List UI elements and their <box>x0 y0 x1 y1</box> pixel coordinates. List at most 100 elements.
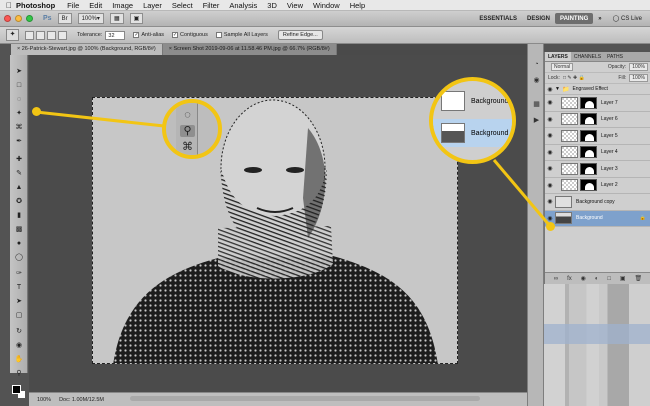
trash-icon[interactable]: 🗑 <box>634 275 642 282</box>
type-tool-icon[interactable]: T <box>13 283 25 293</box>
zoom-window-icon[interactable] <box>26 15 33 22</box>
workspace-essentials[interactable]: ESSENTIALS <box>474 16 522 22</box>
gradient-tool-icon[interactable]: ▩ <box>13 225 25 235</box>
visibility-eye-icon[interactable]: ◉ <box>545 198 555 205</box>
pen-tool-icon[interactable]: ✑ <box>13 269 25 279</box>
contiguous-checkbox[interactable]: ✓ Contiguous <box>172 32 208 38</box>
layer-mask-thumbnail[interactable] <box>580 113 597 126</box>
layer-row[interactable]: ◉ Layer 7 <box>545 95 650 112</box>
layer-mask-thumbnail[interactable] <box>580 162 597 175</box>
shape-tool-icon[interactable]: ▢ <box>13 311 25 321</box>
visibility-eye-icon[interactable]: ◉ <box>545 165 555 172</box>
menu-3d[interactable]: 3D <box>267 1 277 10</box>
blend-mode-select[interactable]: Normal <box>551 63 574 71</box>
brush-tool-icon[interactable]: ✎ <box>13 169 25 179</box>
actions-panel-icon[interactable]: ▶ <box>531 116 542 126</box>
visibility-eye-icon[interactable]: ◉ <box>545 86 555 93</box>
bridge-button[interactable]: Br <box>57 13 72 24</box>
layer-style-icon[interactable]: fx <box>567 276 572 282</box>
subtract-selection-button[interactable] <box>47 30 56 40</box>
tab-screen-shot[interactable]: × Screen Shot 2019-09-06 at 11.58.46 PM.… <box>162 44 337 55</box>
visibility-eye-icon[interactable]: ◉ <box>545 116 555 123</box>
workspace-design[interactable]: DESIGN <box>522 16 555 22</box>
layer-row[interactable]: ◉ Layer 5 <box>545 128 650 145</box>
menu-layer[interactable]: Layer <box>143 1 162 10</box>
anti-alias-checkbox[interactable]: ✓ Anti-alias <box>133 32 164 38</box>
3d-rotate-tool-icon[interactable]: ↻ <box>13 327 25 337</box>
menu-filter[interactable]: Filter <box>203 1 220 10</box>
blur-tool-icon[interactable]: ● <box>13 239 25 249</box>
eraser-tool-icon[interactable]: ▮ <box>13 211 25 221</box>
refine-edge-button[interactable]: Refine Edge... <box>277 30 323 40</box>
opacity-input[interactable]: 100% <box>629 63 648 71</box>
fill-input[interactable]: 100% <box>629 74 648 82</box>
lasso-tool-icon[interactable]: ◌ <box>13 95 25 105</box>
workspace-painting[interactable]: PAINTING <box>555 13 594 24</box>
menu-select[interactable]: Select <box>172 1 193 10</box>
move-tool-icon[interactable]: ➤ <box>13 67 25 77</box>
screen-mode-button[interactable]: ▣ <box>129 13 144 24</box>
menu-help[interactable]: Help <box>350 1 365 10</box>
tab-layers[interactable]: LAYERS <box>545 52 571 61</box>
visibility-eye-icon[interactable]: ◉ <box>545 215 555 222</box>
hand-tool-icon[interactable]: ✋ <box>13 355 25 365</box>
visibility-eye-icon[interactable]: ◉ <box>545 99 555 106</box>
history-brush-tool-icon[interactable]: ✪ <box>13 197 25 207</box>
menu-edit[interactable]: Edit <box>89 1 102 10</box>
visibility-eye-icon[interactable]: ◉ <box>545 149 555 156</box>
tab-channels[interactable]: CHANNELS <box>571 52 604 61</box>
layer-row[interactable]: ◉ Layer 6 <box>545 112 650 128</box>
visibility-eye-icon[interactable]: ◉ <box>545 182 555 189</box>
zoom-tool-icon[interactable]: ⚲ <box>13 369 25 379</box>
more-workspaces-button[interactable]: » <box>593 16 606 22</box>
menu-analysis[interactable]: Analysis <box>229 1 257 10</box>
layer-row[interactable]: ◉ Layer 2 <box>545 178 650 194</box>
layer-group-engraved-effect[interactable]: ◉ ▼ 📁 Engraved Effect <box>545 84 650 95</box>
new-layer-icon[interactable]: ▣ <box>620 275 626 282</box>
masks-panel-icon[interactable]: ◉ <box>531 76 542 86</box>
layer-row-background[interactable]: ◉ Background 🔒 <box>545 210 650 227</box>
menu-window[interactable]: Window <box>313 1 340 10</box>
menu-image[interactable]: Image <box>112 1 133 10</box>
magic-wand-tool-preset-icon[interactable]: ✦ <box>6 29 19 41</box>
3d-camera-tool-icon[interactable]: ◉ <box>13 341 25 351</box>
clone-stamp-tool-icon[interactable]: ▲ <box>13 183 25 193</box>
layer-mask-thumbnail[interactable] <box>580 146 597 159</box>
apple-icon[interactable]:  <box>6 1 16 10</box>
layer-row-background-copy[interactable]: ◉ Background copy <box>545 194 650 211</box>
visibility-eye-icon[interactable]: ◉ <box>545 132 555 139</box>
dodge-tool-icon[interactable]: ◯ <box>13 253 25 263</box>
layer-mask-thumbnail[interactable] <box>580 179 597 192</box>
foreground-color-swatch[interactable] <box>12 385 21 394</box>
marquee-tool-icon[interactable]: □ <box>13 81 25 91</box>
add-selection-button[interactable] <box>36 30 45 40</box>
menu-file[interactable]: File <box>67 1 79 10</box>
lock-icons[interactable]: □ ✎ ✚ 🔒 <box>563 75 585 81</box>
adjustment-layer-icon[interactable]: ◐ <box>595 276 599 282</box>
tab-patrick-stewart[interactable]: × 26-Patrick-Stewart.jpg @ 100% (Backgro… <box>11 44 163 55</box>
menu-view[interactable]: View <box>287 1 303 10</box>
cs-live-button[interactable]: ◯ CS Live <box>613 15 642 22</box>
tab-paths[interactable]: PATHS <box>604 52 626 61</box>
sample-all-layers-checkbox[interactable]: Sample All Layers <box>215 32 268 38</box>
eyedropper-tool-icon[interactable]: ✒ <box>13 137 25 147</box>
intersect-selection-button[interactable] <box>58 30 67 40</box>
arrange-documents-button[interactable]: ▦ <box>109 13 124 24</box>
horizontal-scrollbar[interactable] <box>130 396 480 401</box>
new-selection-button[interactable] <box>25 30 34 40</box>
add-mask-icon[interactable]: ◉ <box>581 275 586 282</box>
new-group-icon[interactable]: □ <box>607 276 611 282</box>
layer-row[interactable]: ◉ Layer 4 <box>545 145 650 161</box>
history-panel-icon[interactable]: ▦ <box>531 100 542 110</box>
status-doc-size[interactable]: Doc: 1.00M/12.5M <box>59 397 104 403</box>
path-selection-tool-icon[interactable]: ➤ <box>13 297 25 307</box>
zoom-level-select[interactable]: 100% ▾ <box>77 13 104 24</box>
crop-tool-icon[interactable]: ⌘ <box>13 123 25 133</box>
healing-brush-tool-icon[interactable]: ✚ <box>13 155 25 165</box>
document-image[interactable] <box>92 97 458 364</box>
status-zoom[interactable]: 100% <box>37 397 51 403</box>
close-window-icon[interactable] <box>4 15 11 22</box>
link-layers-icon[interactable]: ∞ <box>554 276 558 282</box>
layer-row[interactable]: ◉ Layer 3 <box>545 161 650 178</box>
layer-mask-thumbnail[interactable] <box>580 96 597 109</box>
